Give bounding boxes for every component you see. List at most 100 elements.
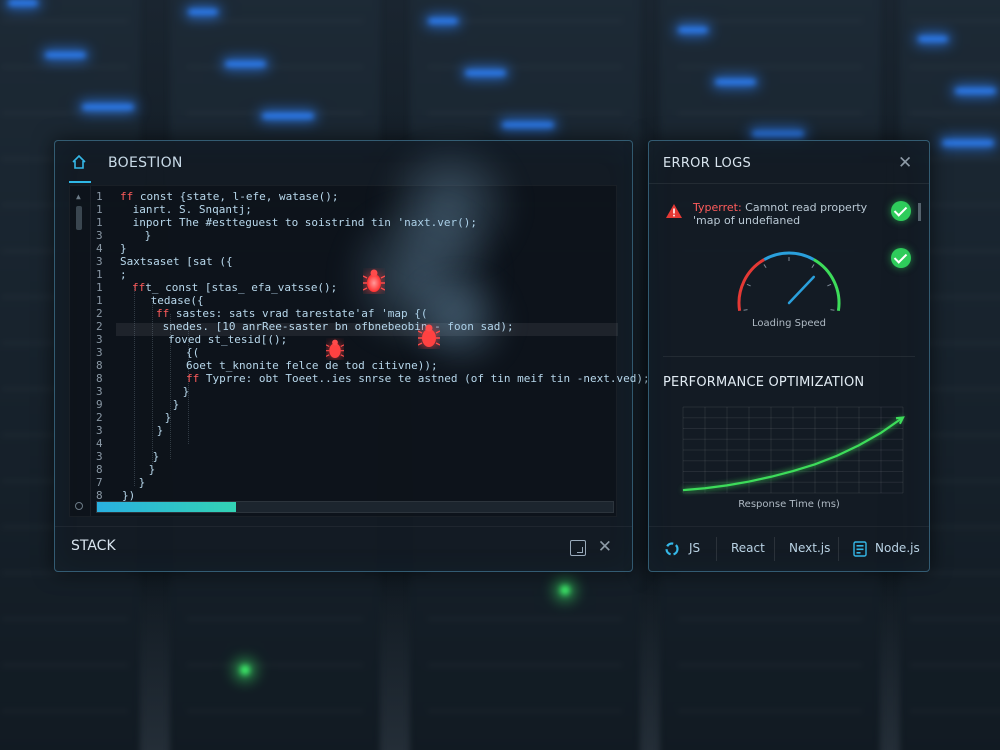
error-logs-title: ERROR LOGS bbox=[663, 156, 752, 171]
line-number: 8 bbox=[96, 372, 103, 385]
line-number: 1 bbox=[96, 216, 103, 229]
status-led bbox=[752, 131, 804, 137]
gauge-tick bbox=[763, 264, 767, 269]
gauge-arc-high bbox=[813, 258, 841, 312]
rack-slot bbox=[2, 20, 128, 22]
bug-icon bbox=[418, 324, 440, 347]
section-divider bbox=[663, 356, 915, 357]
rack-slot bbox=[909, 710, 1000, 712]
status-led bbox=[942, 140, 994, 146]
header-divider bbox=[649, 183, 929, 184]
code-text: tedase({ bbox=[144, 294, 204, 307]
rack-slot bbox=[2, 112, 128, 114]
build-progress-bar bbox=[96, 501, 614, 513]
tech-stack-bar: JS React Next.js Node.js bbox=[649, 526, 929, 571]
status-led bbox=[678, 27, 708, 33]
rack-slot bbox=[677, 618, 863, 620]
code-line[interactable]: 8 } bbox=[70, 463, 616, 476]
line-number: 3 bbox=[96, 229, 103, 242]
tech-js[interactable]: JS bbox=[689, 541, 700, 555]
rack-slot bbox=[677, 710, 863, 712]
loading-speed-gauge bbox=[737, 251, 841, 312]
code-line[interactable]: 8 6oet t_knonite felce de tod citivne)); bbox=[70, 359, 616, 372]
close-icon[interactable]: ✕ bbox=[598, 539, 612, 556]
code-line[interactable]: 4 bbox=[70, 437, 616, 450]
stack-label: STACK bbox=[71, 538, 116, 554]
code-line[interactable]: 1 inport The #estteguest to soistrind ti… bbox=[70, 216, 616, 229]
code-line[interactable]: 8 ff Typrre: obt Toeet..ies snrse te astn… bbox=[70, 372, 650, 385]
code-text: 6oet t_knonite felce de tod citivne)); bbox=[186, 359, 438, 372]
rack-slot bbox=[909, 66, 1000, 68]
rack-slot bbox=[428, 664, 622, 666]
editor-header: BOESTION bbox=[55, 141, 632, 185]
line-number: 3 bbox=[96, 424, 103, 437]
line-number: 3 bbox=[96, 450, 103, 463]
rack-slot bbox=[909, 112, 1000, 114]
warning-icon bbox=[666, 204, 682, 218]
code-text: Saxtsaset [sat ({ bbox=[120, 255, 233, 268]
close-icon[interactable]: ✕ bbox=[898, 155, 912, 172]
rack-slot bbox=[2, 664, 128, 666]
error-type: Typerret: bbox=[693, 201, 742, 214]
line-number: 4 bbox=[96, 242, 103, 255]
rack-slot bbox=[428, 618, 622, 620]
active-tab-indicator bbox=[69, 181, 91, 183]
gauge-tick bbox=[830, 309, 835, 311]
tech-nodejs[interactable]: Node.js bbox=[875, 541, 920, 555]
rack-slot bbox=[2, 572, 128, 574]
code-text: } bbox=[158, 411, 172, 424]
status-led bbox=[8, 0, 38, 6]
code-keyword: ff bbox=[120, 190, 134, 203]
gauge-arc-low bbox=[737, 258, 765, 312]
scroll-bottom-icon[interactable] bbox=[75, 502, 83, 510]
tech-nextjs[interactable]: Next.js bbox=[789, 541, 830, 555]
code-line[interactable]: 2 snedes. [10 anrRee-saster bn ofbnebeob… bbox=[70, 320, 616, 333]
separator bbox=[774, 537, 775, 561]
status-led bbox=[262, 113, 314, 119]
tech-react[interactable]: React bbox=[731, 541, 765, 555]
performance-chart bbox=[682, 406, 905, 494]
line-number: 3 bbox=[96, 333, 103, 346]
line-number: 1 bbox=[96, 294, 103, 307]
code-text: } bbox=[132, 476, 146, 489]
error-logs-panel: ERROR LOGS ✕ Typerret: Camnot read prope… bbox=[648, 140, 930, 572]
code-line[interactable]: 3 } bbox=[70, 424, 616, 437]
line-number: 1 bbox=[96, 281, 103, 294]
code-line[interactable]: 1 ff const {state, l-efe, watase(); bbox=[70, 190, 616, 203]
rack-slot bbox=[677, 20, 863, 22]
smoke-effect bbox=[400, 276, 520, 366]
js-icon bbox=[665, 542, 679, 556]
home-icon[interactable] bbox=[71, 154, 87, 170]
rack-slot bbox=[186, 664, 364, 666]
code-line[interactable]: 9 } bbox=[70, 398, 616, 411]
code-area[interactable]: ▲ 1 ff const {state, l-efe, watase(); 1 ia… bbox=[69, 146, 650, 517]
code-line[interactable]: 3 } bbox=[70, 450, 616, 463]
status-led bbox=[502, 122, 554, 128]
status-led bbox=[465, 70, 506, 76]
code-line[interactable]: 7 } bbox=[70, 476, 616, 489]
gauge-label: Loading Speed bbox=[752, 318, 826, 329]
rack-slot bbox=[186, 618, 364, 620]
check-circle-icon bbox=[891, 248, 911, 268]
rack-slot bbox=[677, 112, 863, 114]
rack-slot bbox=[428, 710, 622, 712]
bug-icon bbox=[326, 339, 344, 358]
gauge-tick bbox=[827, 283, 832, 287]
code-text: foved st_tesid[(); bbox=[168, 333, 288, 346]
expand-icon[interactable] bbox=[570, 540, 586, 556]
code-line[interactable]: 1 ianrt. S. Snqantj; bbox=[70, 203, 616, 216]
line-number: 8 bbox=[96, 463, 103, 476]
rack-slot bbox=[2, 618, 128, 620]
log-scrollbar[interactable] bbox=[918, 203, 921, 221]
status-led bbox=[428, 18, 458, 24]
bug-icon bbox=[363, 269, 385, 292]
code-text: } bbox=[142, 463, 156, 476]
status-led bbox=[188, 9, 218, 15]
gauge-tick bbox=[811, 264, 815, 269]
status-led bbox=[955, 88, 996, 94]
code-line[interactable]: 3 } bbox=[70, 385, 616, 398]
line-number: 9 bbox=[96, 398, 103, 411]
rack-slot bbox=[428, 572, 622, 574]
performance-title: PERFORMANCE OPTIMIZATION bbox=[663, 375, 865, 390]
code-line[interactable]: 2 } bbox=[70, 411, 616, 424]
